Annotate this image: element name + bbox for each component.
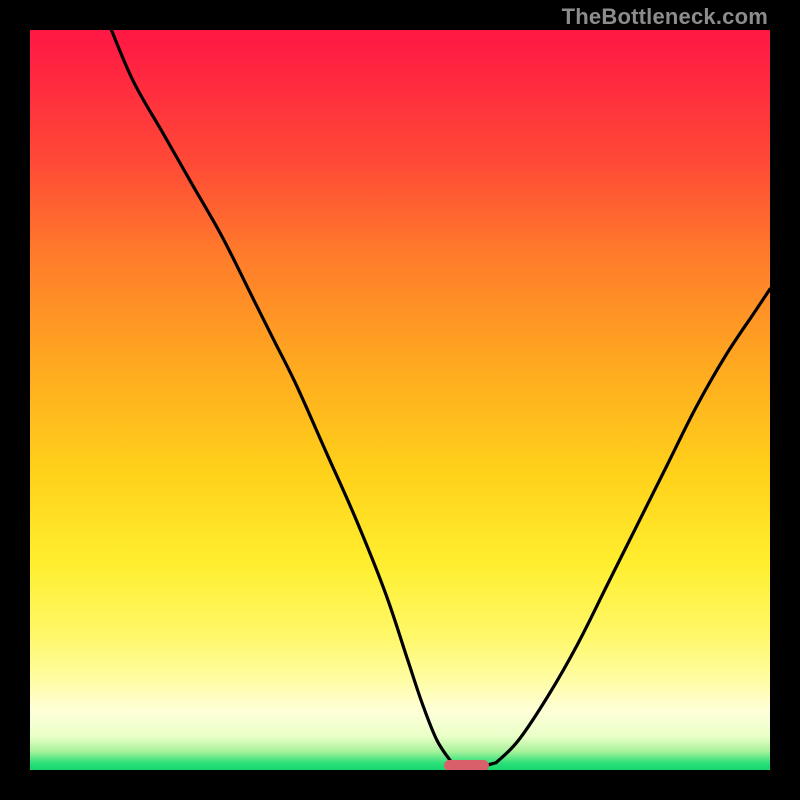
plot-area [30, 30, 770, 770]
chart-frame: TheBottleneck.com [0, 0, 800, 800]
min-marker [444, 760, 488, 770]
bottleneck-curve [30, 30, 770, 770]
watermark-text: TheBottleneck.com [562, 4, 768, 30]
